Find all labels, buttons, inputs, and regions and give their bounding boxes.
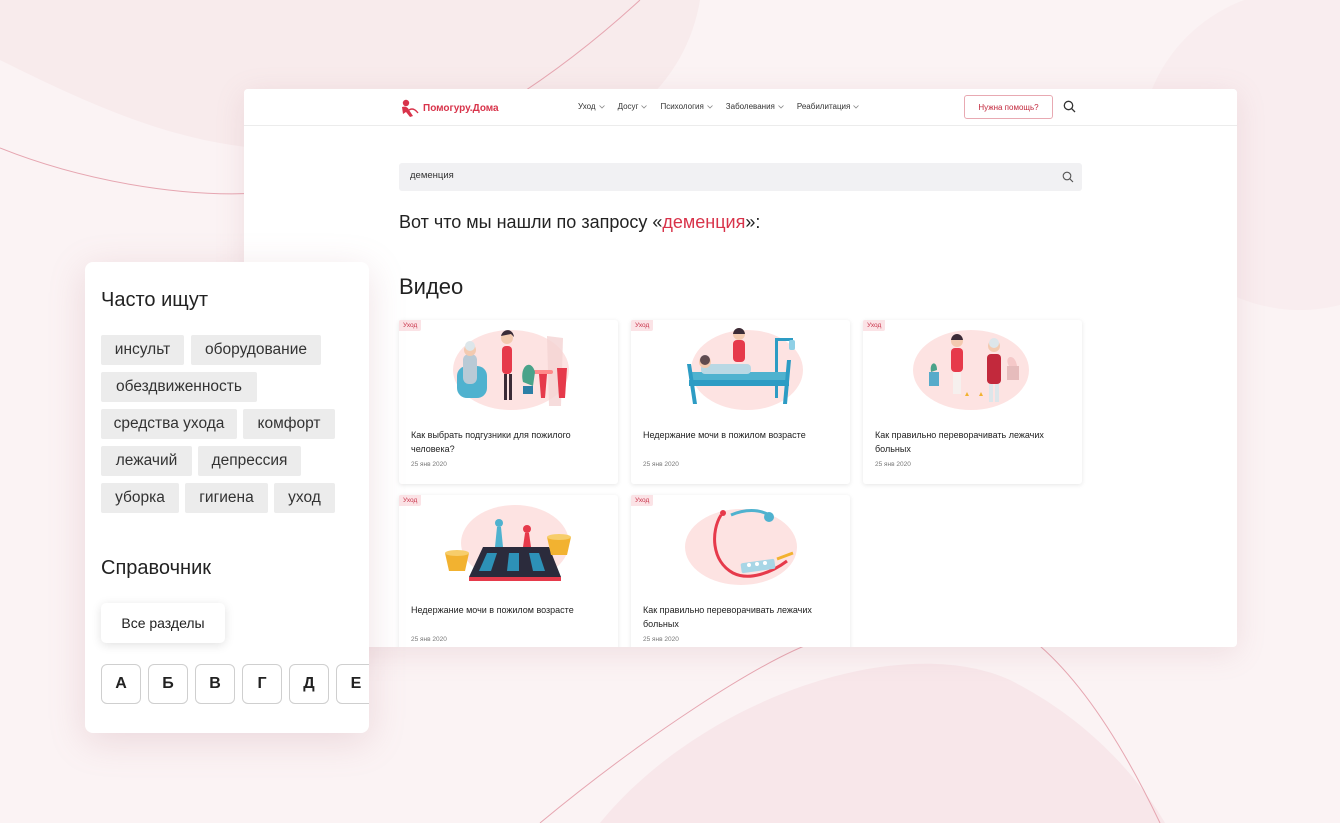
nav-item-leisure[interactable]: Досуг [618, 102, 648, 111]
video-card[interactable]: Уход Как правильно переворачивать лежачи… [863, 320, 1082, 484]
reference-title: Справочник [101, 557, 211, 579]
need-help-button[interactable]: Нужна помощь? [964, 95, 1053, 119]
video-card[interactable]: Уход Недержание мочи в пожилом возрасте … [631, 320, 850, 484]
chevron-down-icon [853, 104, 860, 109]
search-chip[interactable]: уход [274, 483, 335, 513]
search-icon[interactable] [1063, 100, 1076, 113]
search-chip[interactable]: уборка [101, 483, 179, 513]
stethoscope-illustration [685, 509, 797, 585]
nav-item-diseases[interactable]: Заболевания [726, 102, 784, 111]
nav-item-rehabilitation[interactable]: Реабилитация [797, 102, 860, 111]
card-title: Как выбрать подгузники для пожилого чело… [411, 430, 571, 454]
search-chip[interactable]: обездвиженность [101, 372, 257, 402]
card-title: Как правильно переворачивать лежачих бол… [875, 430, 1044, 454]
side-panel: Часто ищут инсульт оборудование обездвиж… [85, 262, 369, 733]
card-title: Недержание мочи в пожилом возрасте [411, 605, 574, 615]
search-chip[interactable]: гигиена [185, 483, 268, 513]
video-card[interactable]: Уход Как правильно переворачивать лежачи… [631, 495, 850, 647]
search-chip[interactable]: лежачий [101, 446, 192, 476]
category-tag: Уход [399, 495, 422, 506]
main-nav: Уход Досуг Психология Заболевания Реабил… [578, 102, 872, 111]
category-tag: Уход [631, 320, 654, 331]
card-date: 25 янв 2020 [875, 461, 911, 468]
chevron-down-icon [641, 104, 648, 109]
popular-searches-title: Часто ищут [101, 289, 209, 311]
search-chip[interactable]: депрессия [198, 446, 301, 476]
site-header: Помогуру.Дома Уход Досуг Психология Забо… [244, 89, 1237, 126]
video-card[interactable]: Уход Недержание мочи в пожилом возрасте … [399, 495, 618, 647]
results-heading: Вот что мы нашли по запросу «деменция»: [399, 212, 761, 232]
browser-window: Помогуру.Дома Уход Досуг Психология Забо… [244, 89, 1237, 647]
search-chip[interactable]: средства ухода [101, 409, 237, 439]
all-sections-button[interactable]: Все разделы [101, 603, 225, 643]
card-title: Недержание мочи в пожилом возрасте [643, 430, 806, 440]
search-chip[interactable]: инсульт [101, 335, 184, 365]
caregiver-and-elder-illustration [453, 330, 569, 410]
letter-button[interactable]: Д [289, 664, 329, 704]
category-tag: Уход [399, 320, 422, 331]
search-icon[interactable] [1062, 171, 1074, 183]
search-input[interactable] [410, 170, 1030, 181]
card-date: 25 янв 2020 [411, 636, 447, 643]
video-card[interactable]: Уход Как выбрать подгузники для пожилого… [399, 320, 618, 484]
section-title-video: Видео [399, 274, 464, 299]
chevron-down-icon [598, 104, 605, 109]
card-title: Как правильно переворачивать лежачих бол… [643, 605, 812, 629]
chevron-down-icon [778, 104, 784, 109]
walking-elder-illustration [913, 330, 1029, 410]
nav-item-psychology[interactable]: Психология [660, 102, 713, 111]
search-bar [399, 163, 1082, 191]
letter-button[interactable]: Б [148, 664, 188, 704]
chess-and-tea-illustration [445, 505, 571, 581]
search-chip[interactable]: комфорт [243, 409, 335, 439]
logo-text: Помогуру.Дома [423, 102, 499, 114]
card-date: 25 янв 2020 [643, 461, 679, 468]
letter-button[interactable]: А [101, 664, 141, 704]
letter-button[interactable]: Г [242, 664, 282, 704]
letter-button[interactable]: Е [336, 664, 369, 704]
nav-item-care[interactable]: Уход [578, 102, 605, 111]
card-date: 25 янв 2020 [411, 461, 447, 468]
hospital-bed-illustration [687, 328, 803, 410]
chevron-down-icon [706, 104, 713, 109]
category-tag: Уход [863, 320, 886, 331]
letter-button[interactable]: В [195, 664, 235, 704]
site-logo[interactable]: Помогуру.Дома [399, 97, 499, 119]
category-tag: Уход [631, 495, 654, 506]
logo-icon [402, 99, 419, 117]
search-chip[interactable]: оборудование [191, 335, 321, 365]
query-highlight: деменция [662, 212, 746, 232]
card-date: 25 янв 2020 [643, 636, 679, 643]
